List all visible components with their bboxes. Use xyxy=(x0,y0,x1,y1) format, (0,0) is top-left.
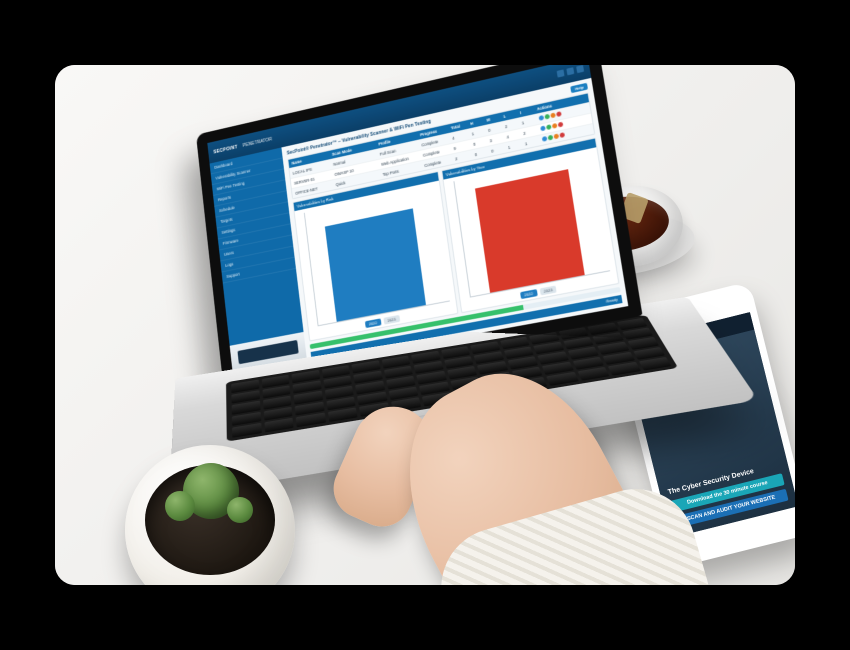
th-med[interactable]: M xyxy=(486,115,501,123)
cell-med: 0 xyxy=(491,145,507,153)
brand-logo: SECPOINT xyxy=(213,144,238,155)
th-profile[interactable]: Profile xyxy=(378,133,418,146)
th-info[interactable]: I xyxy=(520,107,536,115)
sidebar-item-wifi[interactable]: WiFi Pen Testing xyxy=(212,169,286,196)
cell-name: SERVER-01 xyxy=(294,172,333,185)
cell-info: 1 xyxy=(521,117,537,125)
cell-mode: Quick xyxy=(335,172,381,186)
legend-b[interactable]: 2023 xyxy=(383,315,400,325)
page-title: SecPoint® Penetrator™ – Vulnerability Sc… xyxy=(286,118,431,156)
sidebar-item-dashboard[interactable]: Dashboard xyxy=(210,147,283,174)
main-panel: SecPoint® Penetrator™ – Vulnerability Sc… xyxy=(282,78,629,364)
chart-year-bar xyxy=(475,169,585,293)
cell-high: 0 xyxy=(473,139,488,147)
th-mode[interactable]: Scan Mode xyxy=(332,142,377,156)
maximize-icon[interactable] xyxy=(566,67,574,75)
sidebar-item-reports[interactable]: Reports xyxy=(213,180,287,207)
cell-low: 2 xyxy=(505,121,521,129)
cell-total: 4 xyxy=(452,132,470,141)
th-low[interactable]: L xyxy=(503,111,519,119)
cell-progress: Complete xyxy=(423,146,453,157)
chart-risk-bar xyxy=(325,209,426,322)
cell-total: 9 xyxy=(453,142,471,151)
cell-name: OFFICE-NET xyxy=(295,182,334,195)
product-name: PENETRATOR xyxy=(242,136,272,148)
sidebar-item-vuln-scanner[interactable]: Vulnerability Scanner xyxy=(211,158,284,185)
minimize-icon[interactable] xyxy=(557,69,565,77)
sidebar: Dashboard Vulnerability Scanner WiFi Pen… xyxy=(210,147,308,377)
sidebar-item-support[interactable]: Support xyxy=(222,258,297,284)
th-progress[interactable]: Progress xyxy=(420,126,449,137)
sidebar-item-targets[interactable]: Targets xyxy=(216,202,290,228)
chart-year-plot xyxy=(454,152,611,297)
cell-info: 1 xyxy=(524,138,540,146)
cell-total: 2 xyxy=(455,153,473,161)
cell-med: 0 xyxy=(488,125,503,133)
close-icon[interactable] xyxy=(576,65,584,73)
sidebar-item-firmware[interactable]: Firmware xyxy=(218,224,292,250)
chart-risk-title: Vulnerabilities by Risk xyxy=(294,172,439,211)
sidebar-item-users[interactable]: Users xyxy=(219,235,293,261)
cell-profile: Top Ports xyxy=(382,163,423,176)
window-controls[interactable] xyxy=(557,65,584,78)
cell-mode: Normal xyxy=(333,152,378,166)
cell-profile: Web Application xyxy=(381,153,422,166)
chart-risk-plot xyxy=(304,186,450,327)
potted-plant xyxy=(125,445,295,585)
cell-low: 4 xyxy=(506,131,522,139)
sidebar-item-logs[interactable]: Logs xyxy=(220,246,294,272)
sidebar-item-schedule[interactable]: Schedule xyxy=(214,191,288,218)
cell-progress: Complete xyxy=(424,157,454,168)
cell-med: 3 xyxy=(489,135,504,143)
cell-high: 1 xyxy=(471,128,486,136)
cell-high: 0 xyxy=(474,149,489,157)
help-button[interactable]: Help xyxy=(571,83,588,93)
legend-b[interactable]: 2023 xyxy=(539,285,557,295)
lifestyle-photo: SECPOINT The Cyber Security Device Downl… xyxy=(55,65,795,585)
cell-progress: Complete xyxy=(421,136,451,147)
cell-profile: Full Scan xyxy=(379,143,419,156)
th-total[interactable]: Total xyxy=(451,122,469,131)
legend-a[interactable]: 2022 xyxy=(520,289,538,299)
legend-a[interactable]: 2022 xyxy=(365,318,382,328)
chart-year: Vulnerabilities by Year 2022 2023 xyxy=(441,137,619,313)
cell-low: 1 xyxy=(508,142,524,150)
th-name[interactable]: Name xyxy=(291,153,330,166)
cell-name: LOCAL IPS xyxy=(293,162,332,175)
th-high[interactable]: H xyxy=(470,118,485,126)
cell-mode: OWASP 10 xyxy=(334,162,379,176)
cactus-icon xyxy=(183,463,239,519)
sidebar-item-settings[interactable]: Settings xyxy=(217,213,291,239)
chart-risk: Vulnerabilities by Risk 2022 2023 xyxy=(293,171,459,342)
status-text: Ready xyxy=(606,297,619,304)
